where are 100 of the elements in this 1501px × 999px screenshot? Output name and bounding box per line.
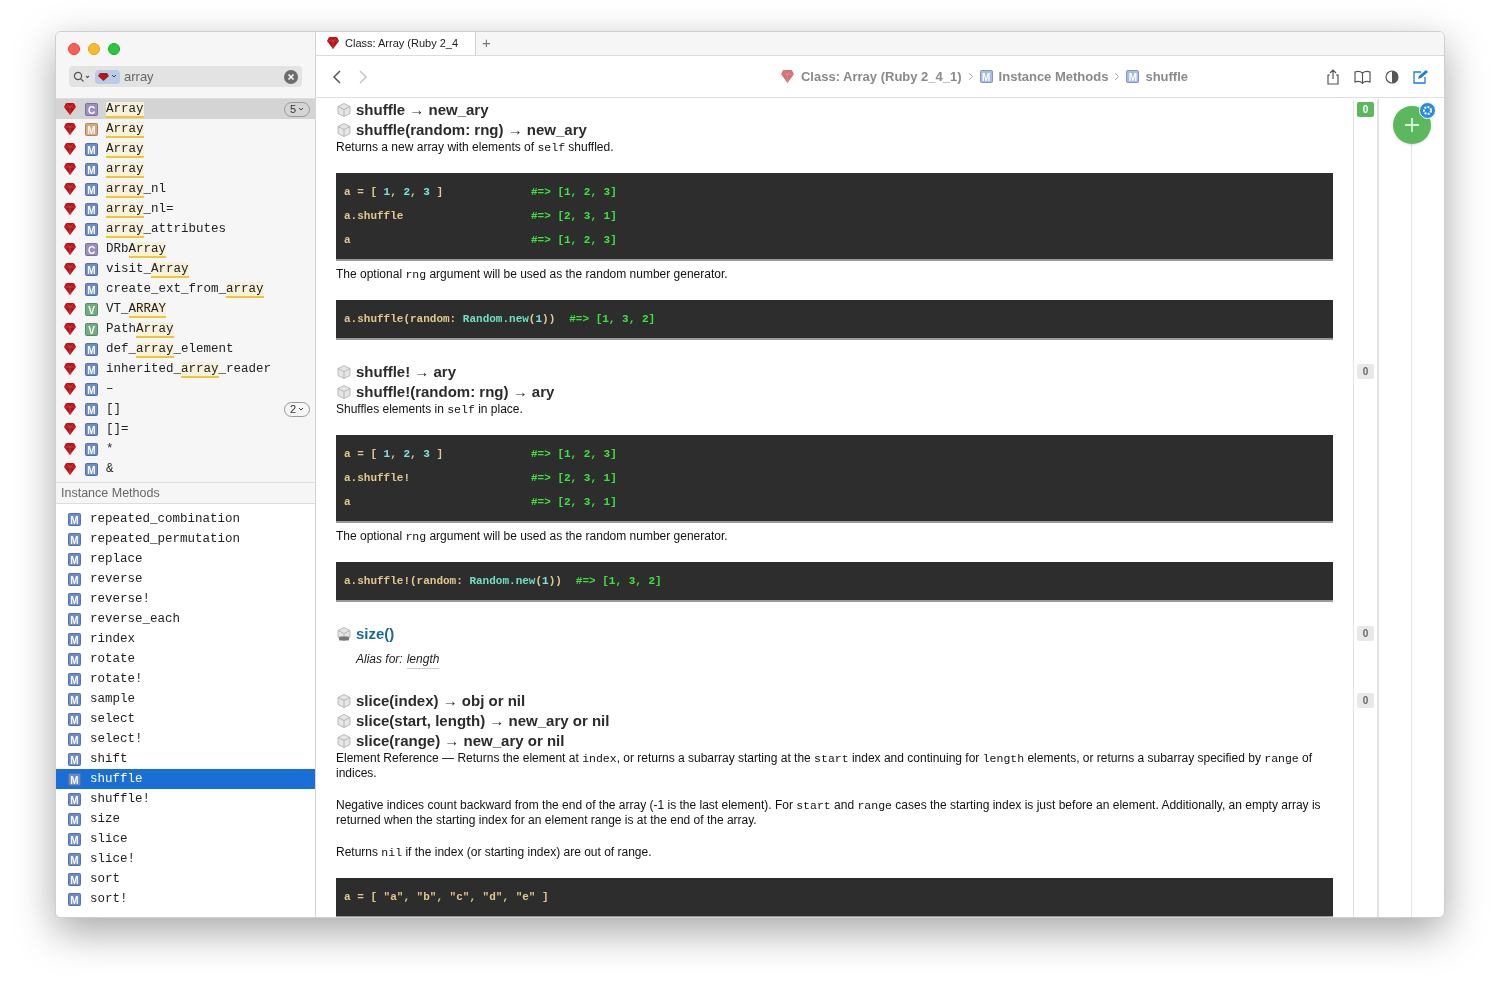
result-item[interactable]: M def_array_element [56, 339, 315, 359]
result-label: array_attributes [106, 220, 228, 239]
paragraph: Negative indices count backward from the end of the array (-1 is the last element). For start and range cases the starting index is just before an element. Additionally, an empty array is returned when the starting index for an element range is at the end of the array. [336, 798, 1322, 828]
method-item[interactable]: M rindex [56, 629, 315, 649]
result-item[interactable]: M inherited_array_reader [56, 359, 315, 379]
method-item[interactable]: M slice! [56, 849, 315, 869]
result-item[interactable]: M & [56, 459, 315, 479]
result-item[interactable]: C Array 5 [56, 99, 315, 119]
entry-type-icon: M [85, 282, 98, 296]
zoom-button[interactable] [108, 43, 120, 55]
result-item[interactable]: V PathArray [56, 319, 315, 339]
result-item[interactable]: M [] 2 [56, 399, 315, 419]
method-item[interactable]: M reverse_each [56, 609, 315, 629]
method-item[interactable]: M reverse [56, 569, 315, 589]
method-item[interactable]: M replace [56, 549, 315, 569]
ruby-icon [98, 72, 109, 81]
result-item[interactable]: M Array [56, 119, 315, 139]
result-item[interactable]: V VT_ARRAY [56, 299, 315, 319]
result-item[interactable]: M []= [56, 419, 315, 439]
share-icon[interactable] [1326, 68, 1340, 85]
method-item[interactable]: M select [56, 709, 315, 729]
search-field[interactable]: array [69, 66, 302, 87]
result-item[interactable]: M array_nl [56, 179, 315, 199]
method-item[interactable]: M repeated_permutation [56, 529, 315, 549]
note-count[interactable]: 0 [1357, 693, 1374, 708]
method-item[interactable]: M repeated_combination [56, 509, 315, 529]
entry-type-icon: C [85, 102, 98, 116]
docset-filter[interactable] [95, 69, 120, 84]
method-item[interactable]: M select! [56, 729, 315, 749]
ruby-icon [63, 102, 77, 116]
breadcrumb-item[interactable]: M Instance Methods [979, 66, 1109, 87]
result-label: array [106, 160, 145, 179]
entry-type-icon: M [85, 162, 98, 176]
method-item[interactable]: M size [56, 809, 315, 829]
entry-type-icon: M [85, 402, 98, 416]
result-item[interactable]: C DRbArray [56, 239, 315, 259]
code-line: a.shuffle [344, 208, 405, 224]
plus-icon [1403, 117, 1420, 133]
search-input[interactable]: array [124, 66, 280, 87]
paragraph: Element Reference — Returns the element at index, or returns a subarray starting at the start index and continuing for length elements, or returns a subarray specified by range of indices. [336, 751, 1314, 781]
ruby-icon [63, 322, 77, 336]
caret-icon [111, 74, 117, 79]
entry-type-icon: M [85, 382, 98, 396]
method-signature: shuffle!(random: rng) → ary [356, 381, 555, 402]
back-icon[interactable] [332, 69, 342, 84]
method-item[interactable]: M sort [56, 869, 315, 889]
cube-icon [336, 364, 352, 380]
result-item[interactable]: M array_nl= [56, 199, 315, 219]
method-item[interactable]: M slice [56, 829, 315, 849]
note-count[interactable]: 0 [1357, 364, 1374, 379]
result-item[interactable]: M * [56, 439, 315, 459]
method-item[interactable]: M sample [56, 689, 315, 709]
entry-type-icon: V [85, 302, 98, 316]
entry-type-icon: M [68, 572, 81, 586]
result-item[interactable]: M array_attributes [56, 219, 315, 239]
new-tab-button[interactable]: + [476, 32, 497, 55]
code-result: #=> [1, 3, 2] [569, 311, 656, 327]
code-line: a.shuffle(random: Random.new(1)) [344, 311, 556, 327]
search-icon[interactable] [73, 70, 91, 83]
cube-icon [336, 693, 352, 709]
code-result: #=> [1, 3, 2] [575, 573, 662, 589]
result-item[interactable]: M create_ext_from_array [56, 279, 315, 299]
add-note-button[interactable] [1392, 106, 1431, 144]
close-button[interactable] [68, 43, 80, 55]
entry-type-icon: M [68, 512, 81, 526]
result-item[interactable]: M Array [56, 139, 315, 159]
ruby-icon [63, 182, 77, 196]
contrast-icon[interactable] [1385, 69, 1399, 84]
method-signature: slice(start, length) → new_ary or nil [356, 710, 610, 731]
method-item[interactable]: M rotate [56, 649, 315, 669]
method-item[interactable]: M shuffle [56, 769, 315, 789]
result-item[interactable]: M visit_Array [56, 259, 315, 279]
entry-type-icon: M [85, 202, 98, 216]
note-count[interactable]: 0 [1357, 626, 1374, 641]
result-item[interactable]: M array [56, 159, 315, 179]
result-item[interactable]: M – [56, 379, 315, 399]
tab[interactable]: Class: Array (Ruby 2_4 [316, 32, 476, 55]
result-label: Array [106, 120, 145, 139]
entry-type-icon: M [68, 872, 81, 886]
clear-icon[interactable] [284, 69, 298, 84]
method-item[interactable]: M shift [56, 749, 315, 769]
result-label: & [106, 460, 115, 478]
ruby-icon [63, 402, 77, 416]
method-item[interactable]: M rotate! [56, 669, 315, 689]
code-result: #=> [1, 2, 3] [531, 446, 617, 462]
method-item[interactable]: M shuffle! [56, 789, 315, 809]
book-icon[interactable] [1354, 69, 1371, 84]
method-item[interactable]: M reverse! [56, 589, 315, 609]
cube-icon [336, 733, 352, 749]
entry-type-icon: M [85, 342, 98, 356]
method-item[interactable]: M sort! [56, 889, 315, 909]
entry-type-icon: M [85, 142, 98, 156]
paragraph: Returns a new array with elements of self shuffled. [336, 140, 615, 155]
entry-type-icon: M [68, 532, 81, 546]
ruby-icon [63, 382, 77, 396]
entry-type-icon: M [85, 442, 98, 456]
alias-link[interactable]: length [406, 650, 440, 669]
cube-icon [336, 102, 352, 118]
edit-icon[interactable] [1413, 69, 1428, 84]
gear-icon[interactable] [1418, 102, 1436, 119]
